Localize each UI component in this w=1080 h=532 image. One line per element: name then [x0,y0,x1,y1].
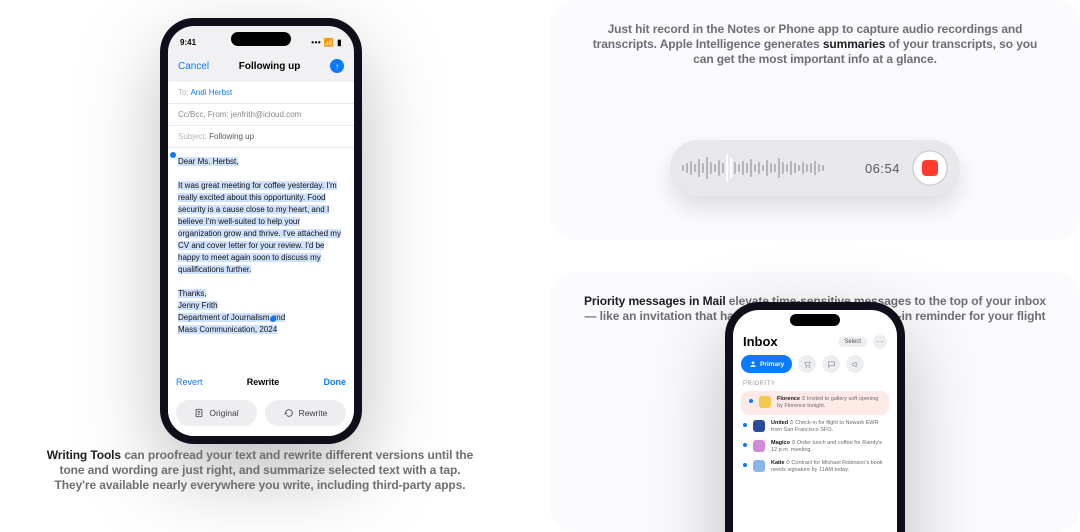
more-icon[interactable]: ⋯ [873,335,887,349]
inbox-message[interactable]: Magico ⏱ Order lunch and coffee for Rand… [733,437,897,457]
document-icon [194,408,204,418]
avatar [753,440,765,452]
status-time: 9:41 [180,38,196,47]
person-icon [749,360,757,368]
select-button[interactable]: Select [838,337,867,347]
avatar [753,460,765,472]
avatar [759,396,771,408]
inbox-message[interactable]: United ⏱ Check-in for flight to Newark E… [733,417,897,437]
audio-recording-pill: 06:54 [670,140,960,196]
subject-field[interactable]: Subject: Following up [168,126,354,148]
rewrite-toolbar: Revert Rewrite Done [176,370,346,394]
category-primary[interactable]: Primary [741,355,792,373]
cc-from-field[interactable]: Cc/Bcc, From: jenfrith@icloud.com [168,104,354,126]
category-cart[interactable] [798,355,816,373]
priority-section-label: PRIORITY [733,379,897,389]
revert-button[interactable]: Revert [176,377,203,387]
phone-mockup-mail-compose: 9:41 ••• 📶 ▮ Cancel Following up ↑ To: A… [160,18,362,444]
compose-title: Following up [239,61,301,72]
unread-dot [743,463,747,467]
category-news[interactable] [846,355,864,373]
writing-tools-caption: Writing Tools can proofread your text an… [40,448,480,493]
inbox-title: Inbox [743,334,778,349]
avatar [753,420,765,432]
priority-mail-card: Priority messages in Mail elevate time-s… [550,272,1080,532]
stop-recording-button[interactable] [912,150,948,186]
audio-waveform [682,154,853,182]
rewrite-icon [284,408,294,418]
status-bar: 9:41 ••• 📶 ▮ [168,26,354,50]
rewrite-label: Rewrite [247,377,280,387]
category-row: Primary [733,349,897,379]
stop-icon [922,160,938,176]
audio-summaries-caption: Just hit record in the Notes or Phone ap… [550,0,1080,67]
chat-icon [827,360,836,369]
unread-dot [749,399,753,403]
status-indicators: ••• 📶 ▮ [311,38,342,47]
unread-dot [743,423,747,427]
recording-time: 06:54 [865,161,900,176]
selection-handle-end[interactable] [270,316,276,322]
category-chat[interactable] [822,355,840,373]
compose-body[interactable]: Dear Ms. Herbst, It was great meeting fo… [168,148,354,344]
to-field[interactable]: To: Andi Herbst [168,82,354,104]
rewrite-chip[interactable]: Rewrite [265,400,346,426]
cancel-button[interactable]: Cancel [178,61,209,72]
audio-summaries-card: Just hit record in the Notes or Phone ap… [550,0,1080,240]
done-button[interactable]: Done [324,377,347,387]
priority-highlight[interactable]: Florence ⏱ Invited to gallery soft openi… [741,391,889,415]
send-button[interactable]: ↑ [330,59,344,73]
megaphone-icon [851,360,860,369]
original-chip[interactable]: Original [176,400,257,426]
inbox-message[interactable]: Katie ⏱ Contract for Michael Robinson's … [733,457,897,477]
cart-icon [803,360,812,369]
selection-handle-start[interactable] [170,152,176,158]
unread-dot [743,443,747,447]
selected-text: Dear Ms. Herbst, It was great meeting fo… [178,157,341,334]
writing-tools-section: 9:41 ••• 📶 ▮ Cancel Following up ↑ To: A… [0,0,520,532]
phone-mockup-inbox: Inbox Select ⋯ Primary [725,302,905,532]
